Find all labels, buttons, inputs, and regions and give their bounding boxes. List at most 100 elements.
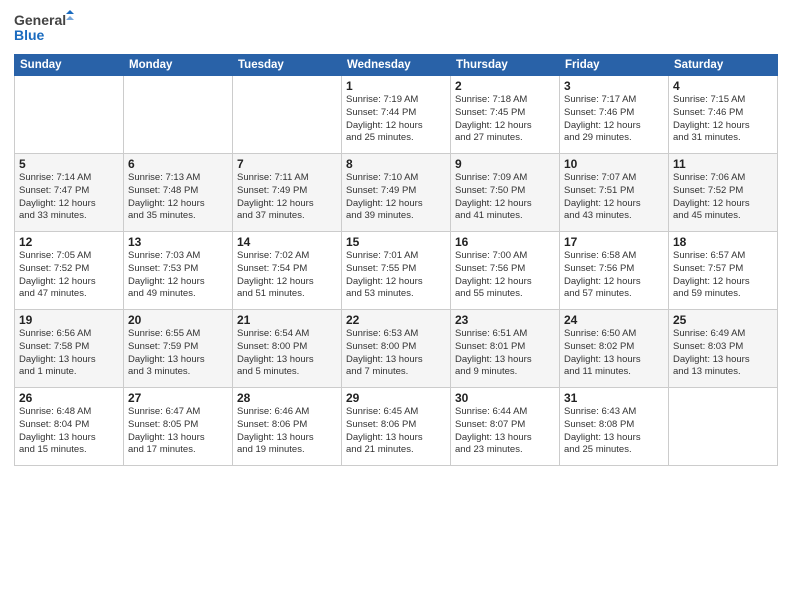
day-number: 6 — [128, 157, 228, 171]
day-cell: 15Sunrise: 7:01 AMSunset: 7:55 PMDayligh… — [342, 232, 451, 310]
day-cell: 20Sunrise: 6:55 AMSunset: 7:59 PMDayligh… — [124, 310, 233, 388]
day-info: Sunrise: 6:58 AMSunset: 7:56 PMDaylight:… — [564, 250, 664, 301]
day-number: 26 — [19, 391, 119, 405]
weekday-monday: Monday — [124, 55, 233, 76]
day-info: Sunrise: 7:11 AMSunset: 7:49 PMDaylight:… — [237, 172, 337, 223]
day-cell: 27Sunrise: 6:47 AMSunset: 8:05 PMDayligh… — [124, 388, 233, 466]
day-cell: 16Sunrise: 7:00 AMSunset: 7:56 PMDayligh… — [451, 232, 560, 310]
day-cell: 1Sunrise: 7:19 AMSunset: 7:44 PMDaylight… — [342, 76, 451, 154]
day-number: 5 — [19, 157, 119, 171]
day-cell: 12Sunrise: 7:05 AMSunset: 7:52 PMDayligh… — [15, 232, 124, 310]
day-number: 10 — [564, 157, 664, 171]
day-number: 25 — [673, 313, 773, 327]
weekday-sunday: Sunday — [15, 55, 124, 76]
day-cell: 3Sunrise: 7:17 AMSunset: 7:46 PMDaylight… — [560, 76, 669, 154]
svg-text:Blue: Blue — [14, 27, 45, 43]
day-info: Sunrise: 6:46 AMSunset: 8:06 PMDaylight:… — [237, 406, 337, 457]
day-number: 2 — [455, 79, 555, 93]
day-cell: 13Sunrise: 7:03 AMSunset: 7:53 PMDayligh… — [124, 232, 233, 310]
header: General Blue — [14, 10, 778, 46]
day-cell: 24Sunrise: 6:50 AMSunset: 8:02 PMDayligh… — [560, 310, 669, 388]
day-number: 27 — [128, 391, 228, 405]
day-number: 30 — [455, 391, 555, 405]
day-info: Sunrise: 6:53 AMSunset: 8:00 PMDaylight:… — [346, 328, 446, 379]
day-info: Sunrise: 7:03 AMSunset: 7:53 PMDaylight:… — [128, 250, 228, 301]
day-info: Sunrise: 6:43 AMSunset: 8:08 PMDaylight:… — [564, 406, 664, 457]
day-number: 21 — [237, 313, 337, 327]
day-number: 8 — [346, 157, 446, 171]
day-cell — [233, 76, 342, 154]
day-info: Sunrise: 7:00 AMSunset: 7:56 PMDaylight:… — [455, 250, 555, 301]
day-info: Sunrise: 7:06 AMSunset: 7:52 PMDaylight:… — [673, 172, 773, 223]
day-info: Sunrise: 7:15 AMSunset: 7:46 PMDaylight:… — [673, 94, 773, 145]
day-number: 11 — [673, 157, 773, 171]
weekday-wednesday: Wednesday — [342, 55, 451, 76]
day-number: 1 — [346, 79, 446, 93]
day-number: 13 — [128, 235, 228, 249]
day-info: Sunrise: 7:14 AMSunset: 7:47 PMDaylight:… — [19, 172, 119, 223]
day-number: 23 — [455, 313, 555, 327]
day-number: 3 — [564, 79, 664, 93]
day-cell: 2Sunrise: 7:18 AMSunset: 7:45 PMDaylight… — [451, 76, 560, 154]
day-info: Sunrise: 6:57 AMSunset: 7:57 PMDaylight:… — [673, 250, 773, 301]
day-info: Sunrise: 7:02 AMSunset: 7:54 PMDaylight:… — [237, 250, 337, 301]
day-cell: 18Sunrise: 6:57 AMSunset: 7:57 PMDayligh… — [669, 232, 778, 310]
weekday-saturday: Saturday — [669, 55, 778, 76]
logo-svg: General Blue — [14, 10, 74, 46]
day-number: 9 — [455, 157, 555, 171]
day-cell: 8Sunrise: 7:10 AMSunset: 7:49 PMDaylight… — [342, 154, 451, 232]
week-row-4: 19Sunrise: 6:56 AMSunset: 7:58 PMDayligh… — [15, 310, 778, 388]
day-cell: 4Sunrise: 7:15 AMSunset: 7:46 PMDaylight… — [669, 76, 778, 154]
day-number: 14 — [237, 235, 337, 249]
day-info: Sunrise: 6:47 AMSunset: 8:05 PMDaylight:… — [128, 406, 228, 457]
day-cell: 29Sunrise: 6:45 AMSunset: 8:06 PMDayligh… — [342, 388, 451, 466]
day-info: Sunrise: 6:44 AMSunset: 8:07 PMDaylight:… — [455, 406, 555, 457]
day-number: 29 — [346, 391, 446, 405]
day-cell: 17Sunrise: 6:58 AMSunset: 7:56 PMDayligh… — [560, 232, 669, 310]
weekday-friday: Friday — [560, 55, 669, 76]
day-number: 15 — [346, 235, 446, 249]
weekday-header-row: SundayMondayTuesdayWednesdayThursdayFrid… — [15, 55, 778, 76]
week-row-2: 5Sunrise: 7:14 AMSunset: 7:47 PMDaylight… — [15, 154, 778, 232]
day-info: Sunrise: 6:45 AMSunset: 8:06 PMDaylight:… — [346, 406, 446, 457]
day-number: 20 — [128, 313, 228, 327]
day-info: Sunrise: 6:48 AMSunset: 8:04 PMDaylight:… — [19, 406, 119, 457]
day-cell — [15, 76, 124, 154]
weekday-thursday: Thursday — [451, 55, 560, 76]
day-number: 19 — [19, 313, 119, 327]
day-cell — [124, 76, 233, 154]
day-cell: 28Sunrise: 6:46 AMSunset: 8:06 PMDayligh… — [233, 388, 342, 466]
day-number: 7 — [237, 157, 337, 171]
day-info: Sunrise: 7:05 AMSunset: 7:52 PMDaylight:… — [19, 250, 119, 301]
week-row-3: 12Sunrise: 7:05 AMSunset: 7:52 PMDayligh… — [15, 232, 778, 310]
day-cell: 25Sunrise: 6:49 AMSunset: 8:03 PMDayligh… — [669, 310, 778, 388]
day-cell: 5Sunrise: 7:14 AMSunset: 7:47 PMDaylight… — [15, 154, 124, 232]
day-cell: 9Sunrise: 7:09 AMSunset: 7:50 PMDaylight… — [451, 154, 560, 232]
day-cell: 6Sunrise: 7:13 AMSunset: 7:48 PMDaylight… — [124, 154, 233, 232]
day-cell: 21Sunrise: 6:54 AMSunset: 8:00 PMDayligh… — [233, 310, 342, 388]
day-info: Sunrise: 6:51 AMSunset: 8:01 PMDaylight:… — [455, 328, 555, 379]
day-info: Sunrise: 6:54 AMSunset: 8:00 PMDaylight:… — [237, 328, 337, 379]
day-cell: 14Sunrise: 7:02 AMSunset: 7:54 PMDayligh… — [233, 232, 342, 310]
day-cell: 22Sunrise: 6:53 AMSunset: 8:00 PMDayligh… — [342, 310, 451, 388]
day-info: Sunrise: 7:01 AMSunset: 7:55 PMDaylight:… — [346, 250, 446, 301]
day-cell: 10Sunrise: 7:07 AMSunset: 7:51 PMDayligh… — [560, 154, 669, 232]
day-cell: 30Sunrise: 6:44 AMSunset: 8:07 PMDayligh… — [451, 388, 560, 466]
day-info: Sunrise: 6:50 AMSunset: 8:02 PMDaylight:… — [564, 328, 664, 379]
calendar: SundayMondayTuesdayWednesdayThursdayFrid… — [14, 54, 778, 466]
weekday-tuesday: Tuesday — [233, 55, 342, 76]
day-info: Sunrise: 7:10 AMSunset: 7:49 PMDaylight:… — [346, 172, 446, 223]
day-info: Sunrise: 6:49 AMSunset: 8:03 PMDaylight:… — [673, 328, 773, 379]
day-info: Sunrise: 6:56 AMSunset: 7:58 PMDaylight:… — [19, 328, 119, 379]
day-number: 12 — [19, 235, 119, 249]
svg-text:General: General — [14, 12, 66, 28]
day-info: Sunrise: 6:55 AMSunset: 7:59 PMDaylight:… — [128, 328, 228, 379]
day-cell: 11Sunrise: 7:06 AMSunset: 7:52 PMDayligh… — [669, 154, 778, 232]
day-number: 22 — [346, 313, 446, 327]
day-number: 16 — [455, 235, 555, 249]
day-cell: 26Sunrise: 6:48 AMSunset: 8:04 PMDayligh… — [15, 388, 124, 466]
day-info: Sunrise: 7:13 AMSunset: 7:48 PMDaylight:… — [128, 172, 228, 223]
day-info: Sunrise: 7:09 AMSunset: 7:50 PMDaylight:… — [455, 172, 555, 223]
day-number: 28 — [237, 391, 337, 405]
day-number: 4 — [673, 79, 773, 93]
